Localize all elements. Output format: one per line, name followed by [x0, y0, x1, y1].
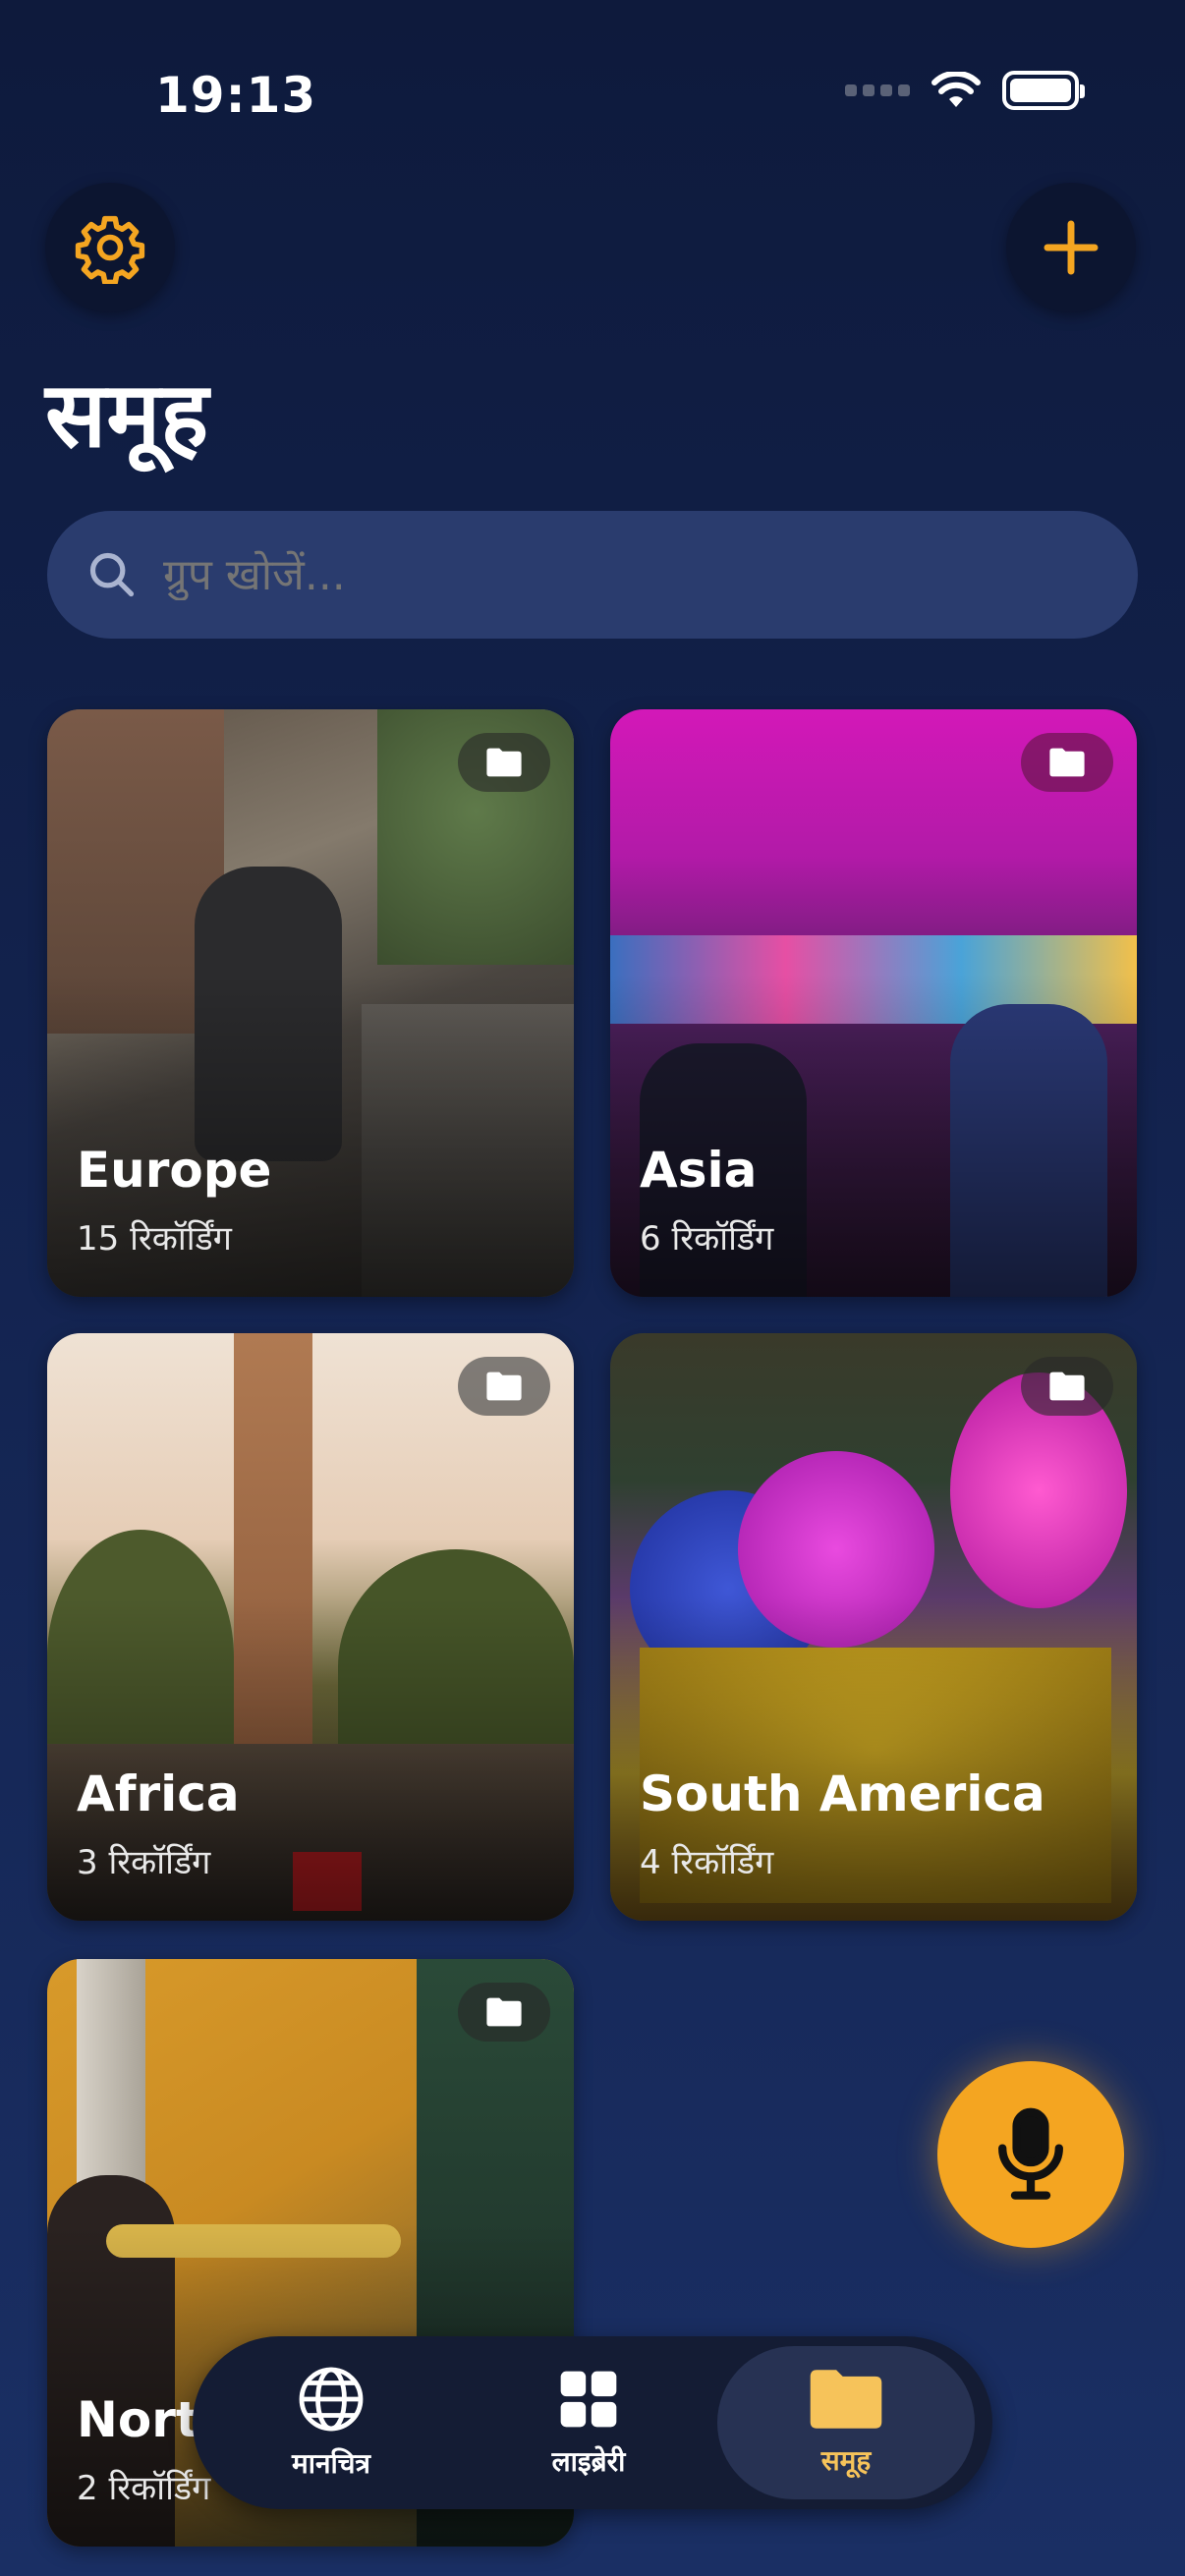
folder-badge	[1021, 733, 1113, 792]
plus-icon	[1044, 220, 1099, 275]
group-card-south-america[interactable]: South America 4 रिकॉर्डिंग	[610, 1333, 1137, 1921]
group-recording-count: 3 रिकॉर्डिंग	[77, 1843, 211, 1882]
folder-badge	[458, 733, 550, 792]
tab-label: मानचित्र	[291, 2447, 371, 2480]
folder-badge	[458, 1357, 550, 1416]
record-button[interactable]	[937, 2061, 1124, 2248]
add-group-button[interactable]	[1006, 183, 1136, 312]
group-card-asia[interactable]: Asia 6 रिकॉर्डिंग	[610, 709, 1137, 1297]
group-recording-count: 15 रिकॉर्डिंग	[77, 1219, 232, 1259]
group-recording-count: 2 रिकॉर्डिंग	[77, 2469, 211, 2508]
microphone-icon	[998, 2107, 1063, 2200]
search-bar[interactable]	[47, 511, 1138, 639]
folder-icon	[810, 2370, 882, 2429]
tab-map[interactable]: मानचित्र	[202, 2346, 460, 2499]
tab-label: लाइब्रेरी	[551, 2445, 626, 2478]
folder-icon	[486, 1372, 522, 1401]
settings-button[interactable]	[45, 183, 175, 312]
folder-icon	[486, 1997, 522, 2027]
tab-label: समूह	[820, 2444, 872, 2477]
search-icon	[89, 552, 135, 597]
gear-icon	[75, 215, 145, 284]
status-indicators	[845, 71, 1085, 110]
group-card-europe[interactable]: Europe 15 रिकॉर्डिंग	[47, 709, 574, 1297]
page-title: समूह	[45, 363, 209, 468]
search-input[interactable]	[163, 549, 1138, 600]
cellular-signal-icon	[845, 84, 910, 96]
bottom-tab-bar: मानचित्र लाइब्रेरी समूह	[193, 2336, 992, 2509]
tab-groups[interactable]: समूह	[717, 2346, 975, 2499]
group-title: Asia	[640, 1142, 758, 1199]
status-time: 19:13	[155, 67, 317, 124]
group-title: Europe	[77, 1142, 272, 1199]
folder-icon	[486, 748, 522, 777]
group-title: Africa	[77, 1765, 240, 1822]
tab-library[interactable]: लाइब्रेरी	[460, 2346, 717, 2499]
folder-icon	[1049, 748, 1085, 777]
group-recording-count: 6 रिकॉर्डिंग	[640, 1219, 774, 1259]
globe-icon	[299, 2367, 364, 2432]
group-title: South America	[640, 1765, 1045, 1822]
folder-icon	[1049, 1372, 1085, 1401]
battery-icon	[1002, 71, 1085, 110]
grid-icon	[560, 2371, 617, 2428]
group-recording-count: 4 रिकॉर्डिंग	[640, 1843, 774, 1882]
group-card-africa[interactable]: Africa 3 रिकॉर्डिंग	[47, 1333, 574, 1921]
wifi-icon	[931, 72, 981, 107]
folder-badge	[458, 1983, 550, 2042]
folder-badge	[1021, 1357, 1113, 1416]
